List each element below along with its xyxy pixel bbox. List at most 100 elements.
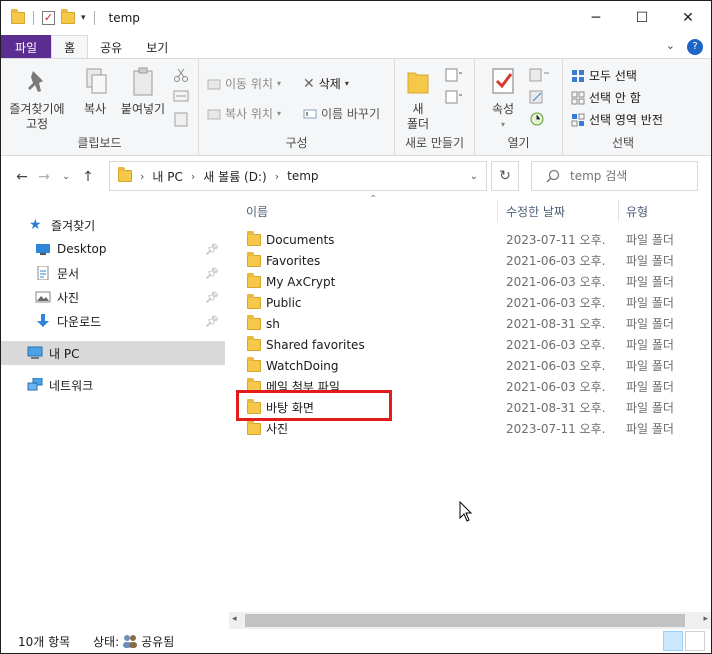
invert-selection-button[interactable]: 선택 영역 반전 bbox=[571, 111, 663, 128]
copy-button[interactable]: 복사 bbox=[73, 65, 117, 117]
file-date: 2023-07-11 오후... bbox=[506, 422, 606, 436]
new-group-label: 새로 만들기 bbox=[404, 136, 464, 150]
nav-item-pictures[interactable]: 사진 📌︎ bbox=[1, 285, 225, 309]
forward-arrow-icon[interactable]: → bbox=[33, 169, 55, 185]
file-row[interactable]: sh 2021-08-31 오후... 파일 폴더 bbox=[229, 313, 711, 334]
file-row[interactable]: My AxCrypt 2021-06-03 오후... 파일 폴더 bbox=[229, 271, 711, 292]
cut-icon[interactable] bbox=[173, 67, 189, 83]
file-row[interactable]: Favorites 2021-06-03 오후... 파일 폴더 bbox=[229, 250, 711, 271]
nav-item-quick-access[interactable]: ★ 즐겨찾기 bbox=[1, 213, 225, 237]
search-icon bbox=[546, 169, 560, 183]
file-row[interactable]: Public 2021-06-03 오후... 파일 폴더 bbox=[229, 292, 711, 313]
copy-path-icon[interactable] bbox=[173, 89, 189, 103]
customize-toolbar-chevron-icon[interactable]: ▾ bbox=[81, 13, 86, 23]
pinned-icon[interactable]: 📌︎ bbox=[205, 243, 219, 256]
column-divider[interactable] bbox=[497, 200, 498, 222]
file-row[interactable]: Shared favorites 2021-06-03 오후... 파일 폴더 bbox=[229, 334, 711, 355]
address-history-chevron-icon[interactable]: ⌄ bbox=[470, 171, 478, 182]
up-arrow-icon[interactable]: ↑ bbox=[77, 169, 99, 185]
invert-selection-label: 선택 영역 반전 bbox=[589, 113, 663, 127]
tab-home[interactable]: 홈 bbox=[51, 35, 89, 59]
tab-file[interactable]: 파일 bbox=[1, 35, 52, 59]
new-item-icon[interactable] bbox=[445, 67, 463, 83]
file-row[interactable]: WatchDoing 2021-06-03 오후... 파일 폴더 bbox=[229, 355, 711, 376]
move-to-dropdown-icon: ▾ bbox=[276, 79, 281, 88]
file-row[interactable]: Documents 2023-07-11 오후... 파일 폴더 bbox=[229, 229, 711, 250]
delete-x-icon: ✕ bbox=[303, 75, 315, 92]
select-none-button[interactable]: 선택 안 함 bbox=[571, 89, 641, 106]
file-name: My AxCrypt bbox=[266, 274, 336, 289]
breadcrumb-this-pc[interactable]: 내 PC bbox=[152, 168, 182, 185]
new-folder-icon bbox=[407, 72, 429, 94]
tab-view[interactable]: 보기 bbox=[134, 35, 180, 59]
close-button[interactable]: ✕ bbox=[665, 1, 711, 35]
copy-to-button[interactable]: 복사 위치 ▾ bbox=[207, 105, 281, 122]
horizontal-scrollbar[interactable]: ◂ ▸ bbox=[229, 612, 711, 629]
properties-check-icon[interactable]: ✓ bbox=[42, 11, 55, 25]
nav-item-network[interactable]: 네트워크 bbox=[1, 373, 225, 397]
column-header-name[interactable]: 이름 bbox=[246, 203, 268, 220]
select-all-button[interactable]: 모두 선택 bbox=[571, 67, 637, 84]
maximize-button[interactable]: ☐ bbox=[619, 1, 665, 35]
open-icon[interactable] bbox=[529, 67, 553, 83]
pin-icon bbox=[28, 71, 43, 92]
rename-button[interactable]: 이름 바꾸기 bbox=[303, 105, 380, 122]
move-to-button[interactable]: 이동 위치 ▾ bbox=[207, 75, 281, 92]
toolbar-divider bbox=[33, 11, 34, 25]
file-date: 2021-06-03 오후... bbox=[506, 296, 606, 310]
search-input[interactable] bbox=[570, 169, 690, 183]
nav-label: 다운로드 bbox=[57, 314, 102, 329]
paste-shortcut-icon[interactable] bbox=[173, 111, 189, 127]
pinned-icon[interactable]: 📌︎ bbox=[205, 315, 219, 328]
easy-access-icon[interactable] bbox=[445, 89, 463, 105]
nav-item-documents[interactable]: 문서 📌︎ bbox=[1, 261, 225, 285]
minimize-button[interactable]: ─ bbox=[573, 1, 619, 35]
column-divider[interactable] bbox=[618, 200, 619, 222]
delete-button[interactable]: ✕ 삭제 ▾ bbox=[303, 75, 349, 92]
address-bar[interactable]: › 내 PC › 새 볼륨 (D:) › temp ⌄ bbox=[109, 161, 487, 191]
details-view-icon[interactable] bbox=[663, 631, 683, 651]
breadcrumb-drive[interactable]: 새 볼륨 (D:) bbox=[203, 168, 266, 185]
file-row[interactable]: 사진 2023-07-11 오후... 파일 폴더 bbox=[229, 418, 711, 439]
breadcrumb-separator[interactable]: › bbox=[191, 170, 195, 183]
refresh-button[interactable]: ↻ bbox=[491, 161, 519, 191]
delete-dropdown-icon: ▾ bbox=[344, 79, 349, 88]
column-header-date[interactable]: 수정한 날짜 bbox=[506, 203, 565, 220]
new-folder-quick-icon[interactable] bbox=[61, 9, 75, 24]
tab-share[interactable]: 공유 bbox=[88, 35, 134, 59]
nav-item-downloads[interactable]: 다운로드 📌︎ bbox=[1, 309, 225, 333]
history-icon[interactable] bbox=[529, 111, 545, 127]
scroll-right-arrow-icon[interactable]: ▸ bbox=[703, 614, 708, 624]
pin-quick-access-button[interactable]: 즐겨찾기에 고정 bbox=[7, 65, 67, 132]
recent-locations-chevron-icon[interactable]: ⌄ bbox=[55, 172, 77, 182]
share-state-label: 상태: bbox=[93, 634, 120, 649]
help-icon[interactable]: ? bbox=[687, 39, 703, 55]
column-header-type[interactable]: 유형 bbox=[626, 203, 648, 220]
nav-item-this-pc[interactable]: 내 PC bbox=[1, 341, 225, 365]
pinned-icon[interactable]: 📌︎ bbox=[205, 267, 219, 280]
paste-button[interactable]: 붙여넣기 bbox=[117, 65, 169, 117]
large-icons-view-icon[interactable] bbox=[685, 631, 705, 651]
nav-label: 문서 bbox=[57, 266, 80, 281]
ribbon-collapse-icon[interactable]: ⌄ bbox=[666, 39, 675, 55]
nav-item-desktop[interactable]: Desktop 📌︎ bbox=[1, 237, 225, 261]
invert-selection-icon bbox=[571, 113, 585, 126]
breadcrumb-temp[interactable]: temp bbox=[287, 169, 318, 183]
properties-button[interactable]: 속성 ▾ bbox=[483, 65, 523, 132]
organize-group: 이동 위치 ▾ 복사 위치 ▾ ✕ 삭제 ▾ 이름 바꾸기 구성 bbox=[199, 59, 395, 155]
new-folder-button[interactable]: 새 폴더 bbox=[401, 65, 435, 132]
properties-label: 속성 bbox=[491, 102, 515, 116]
clipboard-group-label: 클립보드 bbox=[77, 136, 122, 150]
file-date: 2021-06-03 오후... bbox=[506, 275, 606, 289]
breadcrumb-separator[interactable]: › bbox=[275, 170, 279, 183]
file-type: 파일 폴더 bbox=[626, 338, 674, 352]
edit-icon[interactable] bbox=[529, 89, 545, 105]
folder-icon bbox=[247, 252, 261, 267]
pinned-icon[interactable]: 📌︎ bbox=[205, 291, 219, 304]
file-date: 2021-08-31 오후... bbox=[506, 401, 606, 415]
scrollbar-thumb[interactable] bbox=[245, 614, 685, 627]
window-title: temp bbox=[108, 11, 140, 25]
scroll-left-arrow-icon[interactable]: ◂ bbox=[232, 614, 237, 624]
back-arrow-icon[interactable]: ← bbox=[11, 169, 33, 185]
search-box[interactable] bbox=[531, 161, 698, 191]
